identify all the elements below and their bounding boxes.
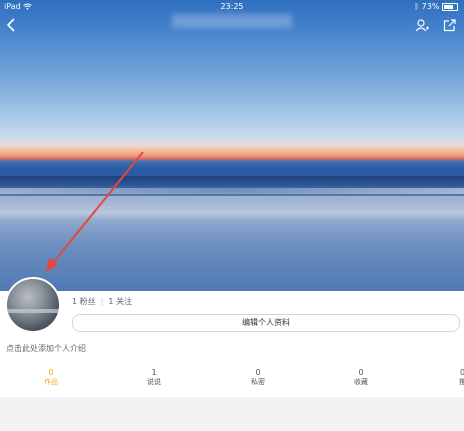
bluetooth-icon: ᛒ <box>414 2 420 11</box>
tab-label: 推 <box>459 378 464 386</box>
add-friend-button[interactable] <box>415 17 429 36</box>
following-count[interactable]: 1 关注 <box>108 297 132 306</box>
edit-profile-button[interactable]: 编辑个人资料 <box>72 314 460 332</box>
tab-label: 收藏 <box>354 378 368 386</box>
tab-label: 说说 <box>147 378 161 386</box>
tab-count: 0 <box>48 368 54 377</box>
share-icon <box>443 19 456 32</box>
add-user-icon <box>415 19 429 32</box>
follow-stats: 1 粉丝 | 1 关注 <box>72 296 132 307</box>
cover-image[interactable] <box>0 0 464 291</box>
battery-percent: 73% <box>421 2 440 11</box>
tab-recommend[interactable]: 0 推 <box>440 368 464 387</box>
tab-works[interactable]: 0 作品 <box>31 368 71 387</box>
sea-band <box>0 176 464 186</box>
back-button[interactable] <box>6 17 16 36</box>
status-right: ᛒ 73% <box>414 2 458 11</box>
intro-placeholder[interactable]: 点击此处添加个人介绍 <box>6 343 86 354</box>
shoreline <box>0 196 464 216</box>
blurred-title <box>172 14 292 28</box>
tab-count: 0 <box>460 368 464 377</box>
share-button[interactable] <box>443 17 456 36</box>
tab-label: 私密 <box>251 378 265 386</box>
stats-divider: | <box>100 297 104 306</box>
profile-tabs: 0 作品 1 说说 0 私密 0 收藏 0 推 <box>0 368 464 390</box>
chevron-left-icon <box>6 18 15 32</box>
tab-count: 1 <box>151 368 157 377</box>
tab-count: 0 <box>358 368 364 377</box>
avatar[interactable] <box>5 277 61 333</box>
tab-count: 0 <box>255 368 261 377</box>
tab-favorites[interactable]: 0 收藏 <box>341 368 381 387</box>
status-bar: iPad 23:25 ᛒ 73% <box>0 0 464 14</box>
clock: 23:25 <box>220 2 244 11</box>
avatar-horizon <box>7 309 59 313</box>
battery-icon <box>442 2 458 11</box>
surf-line <box>0 188 464 194</box>
tab-posts[interactable]: 1 说说 <box>134 368 174 387</box>
followers-count[interactable]: 1 粉丝 <box>72 297 96 306</box>
content-area <box>0 397 464 431</box>
tab-private[interactable]: 0 私密 <box>238 368 278 387</box>
tab-label: 作品 <box>44 378 58 386</box>
